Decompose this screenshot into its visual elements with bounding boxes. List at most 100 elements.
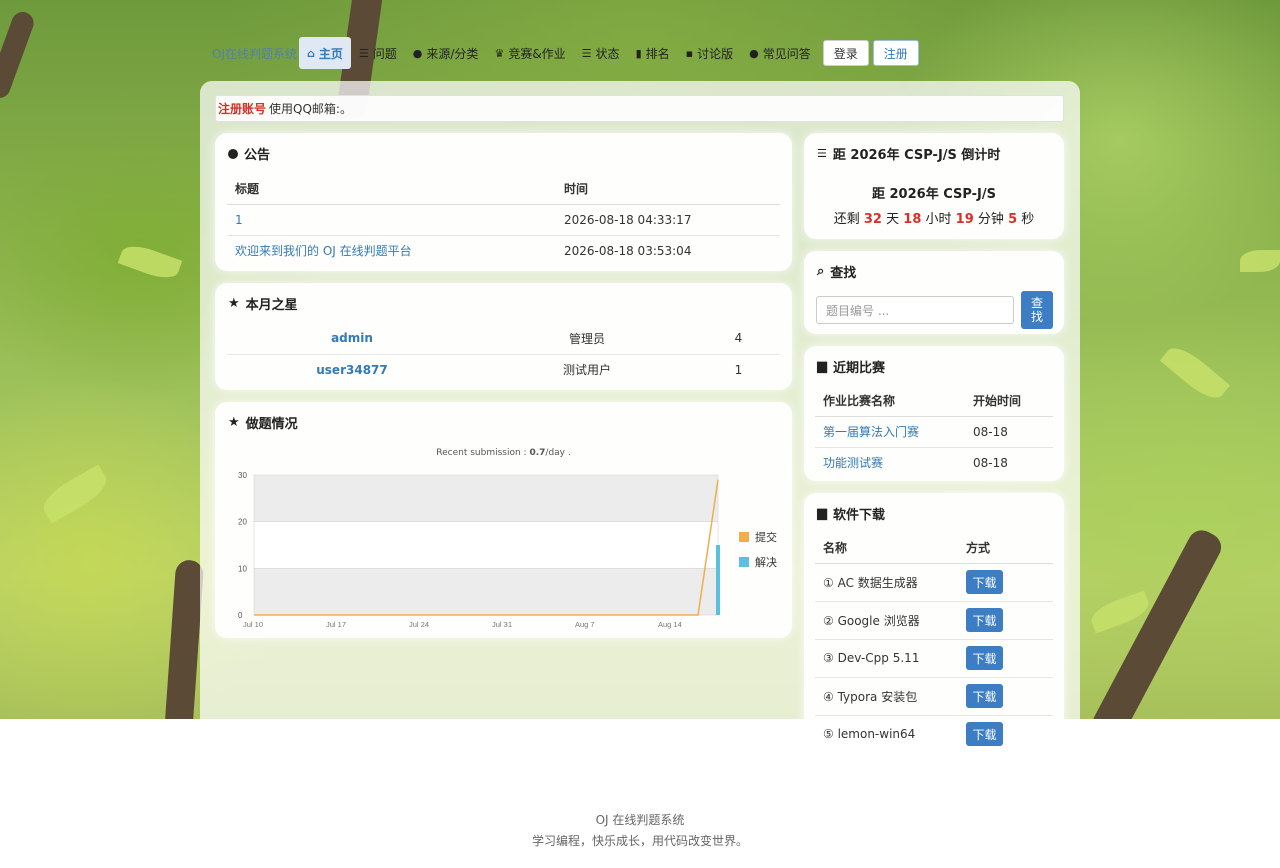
table-row: ⑤ lemon-win64 下载 [815,715,1053,753]
download-button[interactable]: 下载 [966,684,1003,708]
star-table: admin 管理员 4 user34877 测试用户 1 [227,323,780,385]
table-row: ① AC 数据生成器 下载 [815,563,1053,602]
download-button[interactable]: 下载 [966,646,1003,670]
nav-item-problems[interactable]: ☰ 问题 [351,37,405,69]
nav-item-home[interactable]: ⌂ 主页 [299,37,351,69]
table-row: admin 管理员 4 [227,323,780,355]
contest-link[interactable]: 第一届算法入门赛 [823,425,919,439]
contests-panel: ▆ 近期比赛 作业比赛名称 开始时间 第一届算法入门赛 08-18 功能测试赛 … [804,346,1064,481]
brand-logo[interactable]: OJ在线判题系统 [212,45,297,62]
column-header: 方式 [958,532,1053,564]
search-button[interactable]: 查找 [1021,291,1053,329]
announcement-time: 2026-08-18 03:53:04 [564,243,692,258]
rss-icon: ☰ [817,147,827,160]
user-count: 4 [697,323,780,355]
contest-link[interactable]: 功能测试赛 [823,456,883,470]
comment-icon: ▪ [685,46,694,60]
faq-icon: ● [749,46,759,60]
table-row: user34877 测试用户 1 [227,354,780,385]
countdown-subtitle: 距 2026年 CSP-J/S [871,187,997,202]
list-icon: ☰ [358,46,369,60]
user-count: 1 [734,362,743,377]
trophy-icon: ♛ [494,46,505,60]
y-tick-label: 10 [238,564,247,573]
notice-text: 使用QQ邮箱:。 [269,102,352,116]
nav-item-faq[interactable]: ● 常见问答 [741,37,819,69]
column-header: 标题 [227,173,556,205]
panel-title: ⌕ 查找 [817,264,857,281]
legend-swatch [739,557,749,567]
bullet-icon [228,148,238,159]
nav-item-source[interactable]: ● 来源/分类 [405,37,487,69]
y-tick-label: 0 [238,611,243,620]
download-button[interactable]: 下载 [966,608,1003,632]
nav-item-status[interactable]: ☰ 状态 [574,37,628,69]
search-panel: ⌕ 查找 题目编号 ... 查找 [804,251,1064,334]
grid-band [253,521,719,569]
download-name: ① AC 数据生成器 [815,563,958,602]
search-icon: ⌕ [817,264,825,279]
calendar-icon: ▆ [817,359,827,374]
panel-title: ▆ 软件下载 [817,506,886,523]
announcement-link[interactable]: 1 [235,213,243,227]
grid-band [253,474,719,522]
table-row: 欢迎来到我们的 OJ 在线判题平台 2026-08-18 03:53:04 [227,235,780,266]
download-name: ② Google 浏览器 [815,601,958,640]
download-name: ③ Dev-Cpp 5.11 [815,639,958,678]
legend-swatch [739,532,749,542]
x-tick-label: Aug 14 [658,620,682,629]
nav-item-contests[interactable]: ♛ 竞赛&作业 [486,37,573,69]
user-role: 测试用户 [562,363,611,378]
download-button[interactable]: 下载 [966,570,1003,594]
column-header: 作业比赛名称 [815,385,965,417]
y-tick-label: 20 [238,518,247,527]
search-input[interactable]: 题目编号 ... [816,296,1014,324]
footer-slogan: 学习编程，快乐成长，用代码改变世界。 [531,834,748,848]
announcement-link[interactable]: 欢迎来到我们的 OJ 在线判题平台 [235,244,412,258]
footer-title: OJ 在线判题系统 [595,813,685,827]
login-button[interactable]: 登录 [822,40,869,66]
nav-item-ranking[interactable]: ▮ 排名 [628,37,678,69]
activity-chart: 30 20 10 0Jul 10 Jul 17 Jul 24 Jul 31 Aug 7 Aug … [238,471,777,629]
legend-label: 提交 [755,530,777,544]
downloads-table: 名称 方式 ① AC 数据生成器 下载 ② Google 浏览器 下载 ③ De… [815,532,1053,753]
bar-chart-icon: ▮ [635,46,642,60]
nav-item-discuss[interactable]: ▪ 讨论版 [678,37,741,69]
activity-panel: ★ 做题情况 Recent submission : 0.7/day . 30 2… [215,402,792,638]
column-header: 开始时间 [965,385,1053,417]
table-row: 功能测试赛 08-18 [815,447,1053,478]
contest-date: 08-18 [965,416,1053,448]
notice-bar: 注册账号 使用QQ邮箱:。 [215,95,1064,122]
calendar-icon: ▆ [817,506,827,521]
column-header: 名称 [815,532,958,564]
x-tick-label: Jul 17 [326,620,346,629]
register-button[interactable]: 注册 [872,40,919,66]
y-tick-label: 30 [238,471,247,480]
legend-label: 解决 [755,555,777,569]
x-tick-label: Jul 10 [243,620,263,629]
announcement-panel: 公告 标题 时间 1 2026-08-18 04:33:17 欢迎来到我们的 O… [215,133,792,271]
table-row: 第一届算法入门赛 08-18 [815,416,1053,448]
notice-highlight[interactable]: 注册账号 [218,100,266,117]
download-name: ④ Typora 安装包 [815,677,958,716]
panel-title: 公告 [228,144,270,163]
user-link[interactable]: admin [331,331,373,345]
table-row: ③ Dev-Cpp 5.11 下载 [815,639,1053,678]
series-bar [716,545,720,615]
user-link[interactable]: user34877 [316,363,388,377]
table-row: 1 2026-08-18 04:33:17 [227,204,780,236]
table-row: ② Google 浏览器 下载 [815,601,1053,640]
x-tick-label: Jul 31 [492,620,512,629]
countdown-timer: 还剩 32 天 18 小时 19 分钟 5 秒 [833,212,1035,227]
panel-title: ★ 本月之星 [228,296,298,313]
column-header: 时间 [556,173,780,205]
download-name: ⑤ lemon-win64 [823,727,916,742]
table-row: ④ Typora 安装包 下载 [815,677,1053,716]
star-of-month-panel: ★ 本月之星 admin 管理员 4 user34877 测试用户 1 [215,283,792,390]
user-role: 管理员 [477,323,697,355]
x-tick-label: Jul 24 [409,620,429,629]
download-button[interactable]: 下载 [966,722,1003,747]
contests-table: 作业比赛名称 开始时间 第一届算法入门赛 08-18 功能测试赛 08-18 [815,385,1053,478]
dot-icon: ● [412,46,423,60]
star-icon: ★ [228,296,240,311]
